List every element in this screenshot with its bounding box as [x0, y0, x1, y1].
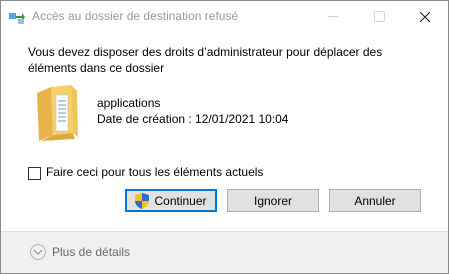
cancel-button[interactable]: Annuler — [329, 189, 421, 212]
minimize-icon — [328, 16, 338, 17]
ignore-button[interactable]: Ignorer — [227, 189, 319, 212]
title-bar[interactable]: Accès au dossier de destination refusé — [1, 1, 448, 32]
folder-icon — [31, 83, 83, 143]
uac-shield-icon — [135, 192, 150, 209]
minimize-button[interactable] — [310, 1, 356, 32]
expand-details-button[interactable] — [30, 244, 46, 260]
maximize-button[interactable] — [356, 1, 402, 32]
apply-to-all-checkbox[interactable] — [28, 167, 41, 180]
dialog-window: Accès au dossier de destination refusé V… — [0, 0, 449, 274]
apply-to-all-label[interactable]: Faire ceci pour tous les éléments actuel… — [46, 165, 263, 179]
footer-bar: Plus de détails — [1, 231, 448, 273]
chevron-down-icon — [34, 249, 42, 255]
item-date: Date de création : 12/01/2021 10:04 — [97, 112, 289, 126]
continue-button[interactable]: Continuer — [125, 189, 217, 212]
more-details-link[interactable]: Plus de détails — [52, 245, 130, 259]
error-message: Vous devez disposer des droits d’adminis… — [28, 45, 383, 75]
move-files-icon — [9, 10, 25, 24]
close-button[interactable] — [402, 1, 448, 32]
continue-label: Continuer — [154, 193, 207, 208]
close-icon — [420, 11, 430, 22]
maximize-icon — [373, 11, 385, 22]
window-title: Accès au dossier de destination refusé — [32, 9, 239, 23]
item-name: applications — [97, 96, 161, 110]
